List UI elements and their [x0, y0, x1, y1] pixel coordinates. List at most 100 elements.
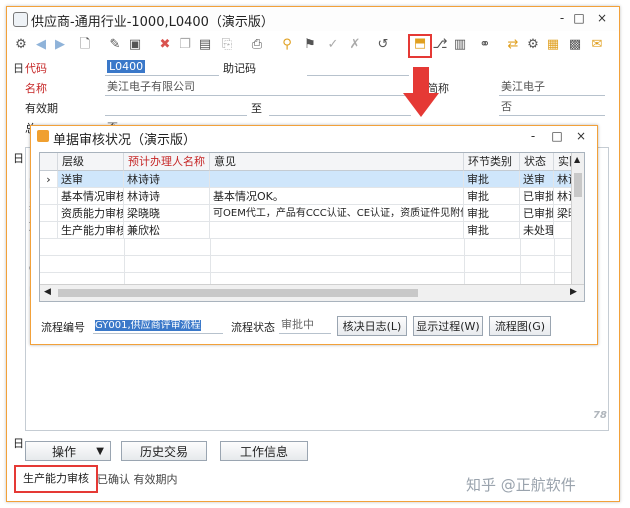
table-cell[interactable]: [210, 222, 464, 239]
forward-icon[interactable]: ▶: [52, 37, 68, 53]
back-icon[interactable]: ◀: [33, 37, 49, 53]
table-cell[interactable]: 审批: [464, 171, 520, 188]
table-cell[interactable]: 送审: [520, 171, 554, 188]
section-flag-2: 日: [13, 152, 24, 165]
filter-icon[interactable]: ⚑: [302, 37, 318, 53]
valid-to-field[interactable]: [269, 99, 411, 116]
section-flag-3: 日: [13, 437, 24, 450]
valid-from-field[interactable]: [105, 99, 247, 116]
valid-flag-field[interactable]: 否: [499, 99, 605, 116]
pointer-arrow-icon: [403, 67, 439, 117]
archive-icon-2[interactable]: ▩: [567, 37, 583, 53]
mnemonic-field[interactable]: [307, 59, 409, 76]
app-icon: [13, 12, 28, 27]
scroll-right-icon[interactable]: ▶: [570, 287, 577, 297]
table-cell[interactable]: 林诗诗: [124, 188, 210, 205]
title-bar: 供应商-通用行业-1000,L0400（演示版） - □ ×: [7, 7, 619, 31]
watermark: 知乎 @正航软件: [466, 476, 576, 494]
dialog-close-button[interactable]: ×: [571, 128, 591, 144]
mail-icon[interactable]: ✉: [589, 37, 605, 53]
table-cell[interactable]: 资质能力审核: [58, 205, 124, 222]
horizontal-scrollbar[interactable]: ◀ ▶: [40, 284, 584, 301]
code-field[interactable]: L0400: [105, 59, 219, 76]
name-field[interactable]: 美江电子有限公司: [105, 79, 419, 96]
table-cell[interactable]: 审批: [464, 188, 520, 205]
setup-icon[interactable]: ⚙: [525, 37, 541, 53]
table-cell[interactable]: 生产能力审核: [58, 222, 124, 239]
scroll-left-icon[interactable]: ◀: [44, 287, 51, 297]
scroll-thumb-v[interactable]: [574, 173, 582, 197]
maximize-button[interactable]: □: [569, 10, 589, 26]
chevron-down-icon: ▼: [96, 446, 104, 457]
corner-mark: 78: [593, 410, 607, 421]
name-label: 名称: [25, 82, 47, 95]
table-cell[interactable]: 兼欣松: [124, 222, 210, 239]
table-cell[interactable]: 林诗诗: [124, 171, 210, 188]
flow-status-field[interactable]: 审批中: [279, 317, 331, 334]
grid-line: [520, 239, 521, 284]
link-icon[interactable]: ⚭: [477, 37, 493, 53]
row-indicator: [40, 222, 58, 239]
archive-icon[interactable]: ▦: [545, 37, 561, 53]
query-icon[interactable]: ⚲: [279, 37, 295, 53]
row-indicator-icon: ›: [40, 171, 58, 188]
open-icon[interactable]: ⚙: [13, 37, 29, 53]
table-cell[interactable]: 梁晓晓: [124, 205, 210, 222]
refresh-icon[interactable]: ↺: [375, 37, 391, 53]
table-cell[interactable]: 审批: [464, 222, 520, 239]
row-indicator: [40, 205, 58, 222]
table-cell[interactable]: 审批: [464, 205, 520, 222]
approval-status-dialog: 单据审核状况（演示版） - □ × 层级 预计办理人名称 意见 环节类别 状态 …: [30, 125, 598, 345]
flow-chart-button[interactable]: 流程图(G): [489, 316, 551, 336]
table-cell[interactable]: 已审批: [520, 205, 554, 222]
edit-icon[interactable]: ✎: [107, 37, 123, 53]
copy-icon[interactable]: ❐: [177, 37, 193, 53]
col-category[interactable]: 环节类别: [464, 153, 520, 171]
table-cell[interactable]: 已审批: [520, 188, 554, 205]
new-icon[interactable]: 🗋: [77, 37, 93, 53]
col-status[interactable]: 状态: [520, 153, 554, 171]
col-level[interactable]: 层级: [58, 153, 124, 171]
history-button[interactable]: 历史交易: [121, 441, 207, 461]
delete-icon[interactable]: ✖: [157, 37, 173, 53]
save-icon[interactable]: ▣: [127, 37, 143, 53]
grid-line: [554, 239, 555, 284]
show-process-button[interactable]: 显示过程(W): [413, 316, 483, 336]
grid-line: [210, 239, 211, 284]
table-cell[interactable]: 未处理: [520, 222, 554, 239]
flow-no-field[interactable]: GY001,供应商评审流程: [93, 317, 223, 334]
scroll-up-icon[interactable]: ▲: [574, 155, 580, 164]
report-icon[interactable]: ⇄: [505, 37, 521, 53]
audit-icon[interactable]: ✓: [325, 37, 341, 53]
table-cell[interactable]: [210, 171, 464, 188]
flow-icon[interactable]: ⎇: [432, 37, 448, 53]
table-cell[interactable]: 基本情况审核: [58, 188, 124, 205]
table-cell[interactable]: 送审: [58, 171, 124, 188]
flow-no-value: GY001,供应商评审流程: [95, 320, 201, 331]
row-header-corner: [40, 153, 58, 171]
scroll-thumb-h[interactable]: [58, 289, 418, 297]
short-field[interactable]: 美江电子: [499, 79, 605, 96]
table-cell[interactable]: 可OEM代工，产品有CCC认证、CE认证，资质证件见附件。: [210, 205, 464, 222]
dialog-minimize-button[interactable]: -: [523, 128, 543, 144]
unaudit-icon[interactable]: ✗: [347, 37, 363, 53]
status-stage: 生产能力审核: [14, 465, 98, 493]
work-info-button[interactable]: 工作信息: [220, 441, 308, 461]
vertical-scrollbar[interactable]: ▲: [571, 153, 584, 284]
detail-icon[interactable]: ▥: [452, 37, 468, 53]
dialog-maximize-button[interactable]: □: [547, 128, 567, 144]
print-icon[interactable]: ⎙: [249, 37, 265, 53]
table-cell[interactable]: 基本情况OK。: [210, 188, 464, 205]
close-button[interactable]: ×: [592, 10, 612, 26]
attach-icon[interactable]: ⎘: [219, 37, 235, 53]
col-opinion[interactable]: 意见: [210, 153, 464, 171]
paste-icon[interactable]: ▤: [197, 37, 213, 53]
toolbar: ⚙ ◀ ▶ 🗋 ✎ ▣ ✖ ❐ ▤ ⎘ ⎙ ⚲ ⚑ ✓ ✗ ↺ ⬒ ⎇ ▥ ⚭ …: [7, 34, 619, 58]
section-flag: 日: [13, 62, 24, 75]
approval-status-icon[interactable]: ⬒: [408, 34, 432, 58]
approval-log-button[interactable]: 核决日志(L): [337, 316, 407, 336]
dialog-icon: [37, 130, 49, 142]
operate-button[interactable]: 操作 ▼: [25, 441, 111, 461]
col-handler[interactable]: 预计办理人名称: [124, 153, 210, 171]
approval-grid: 层级 预计办理人名称 意见 环节类别 状态 实际办 › 送审 林诗诗 审批 送审…: [39, 152, 585, 302]
